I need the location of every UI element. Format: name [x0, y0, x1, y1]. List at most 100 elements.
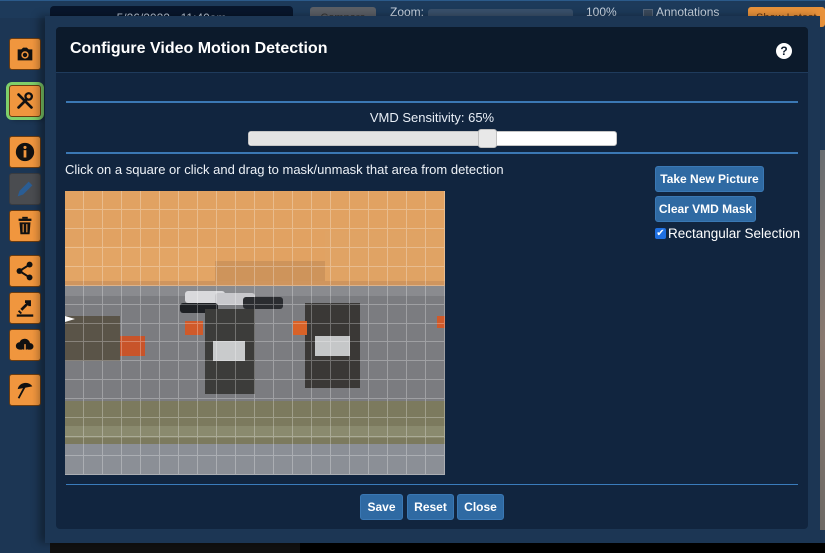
grid-cell[interactable] — [407, 380, 426, 400]
grid-cell[interactable] — [198, 418, 217, 438]
grid-cell[interactable] — [236, 285, 255, 305]
grid-cell[interactable] — [407, 456, 426, 475]
grid-cell[interactable] — [217, 437, 236, 457]
grid-cell[interactable] — [236, 456, 255, 475]
grid-cell[interactable] — [198, 456, 217, 475]
grid-cell[interactable] — [122, 285, 141, 305]
grid-cell-masked[interactable] — [293, 247, 312, 267]
grid-cell[interactable] — [293, 456, 312, 475]
grid-cell[interactable] — [388, 304, 407, 324]
grid-cell-masked[interactable] — [255, 191, 274, 210]
grid-cell[interactable] — [388, 380, 407, 400]
grid-cell[interactable] — [407, 342, 426, 362]
grid-cell-masked[interactable] — [179, 266, 198, 286]
grid-cell[interactable] — [160, 323, 179, 343]
grid-cell[interactable] — [217, 380, 236, 400]
grid-cell-masked[interactable] — [65, 191, 84, 210]
grid-cell[interactable] — [388, 361, 407, 381]
grid-cell[interactable] — [293, 323, 312, 343]
grid-cell[interactable] — [369, 342, 388, 362]
grid-cell[interactable] — [84, 323, 103, 343]
grid-cell[interactable] — [369, 418, 388, 438]
grid-cell[interactable] — [160, 418, 179, 438]
grid-cell-masked[interactable] — [160, 266, 179, 286]
grid-cell-masked[interactable] — [179, 191, 198, 210]
grid-cell[interactable] — [179, 304, 198, 324]
grid-cell[interactable] — [293, 399, 312, 419]
grid-cell[interactable] — [388, 342, 407, 362]
grid-cell[interactable] — [198, 285, 217, 305]
grid-cell-masked[interactable] — [312, 191, 331, 210]
grid-cell[interactable] — [369, 399, 388, 419]
grid-cell[interactable] — [65, 399, 84, 419]
grid-cell[interactable] — [179, 285, 198, 305]
grid-cell[interactable] — [293, 418, 312, 438]
grid-cell[interactable] — [103, 437, 122, 457]
grid-cell[interactable] — [293, 304, 312, 324]
grid-cell[interactable] — [217, 361, 236, 381]
grid-cell[interactable] — [426, 418, 445, 438]
grid-cell-masked[interactable] — [407, 191, 426, 210]
grid-cell[interactable] — [122, 304, 141, 324]
grid-cell[interactable] — [141, 437, 160, 457]
grid-cell-masked[interactable] — [388, 247, 407, 267]
grid-cell[interactable] — [331, 380, 350, 400]
grid-cell[interactable] — [103, 361, 122, 381]
grid-cell-masked[interactable] — [426, 228, 445, 248]
grid-cell-masked[interactable] — [350, 191, 369, 210]
grid-cell-masked[interactable] — [312, 247, 331, 267]
grid-cell[interactable] — [350, 323, 369, 343]
grid-cell-masked[interactable] — [84, 191, 103, 210]
grid-cell[interactable] — [103, 304, 122, 324]
grid-cell[interactable] — [255, 418, 274, 438]
grid-cell-masked[interactable] — [388, 266, 407, 286]
grid-cell[interactable] — [407, 437, 426, 457]
grid-cell[interactable] — [312, 437, 331, 457]
grid-cell[interactable] — [198, 437, 217, 457]
grid-cell[interactable] — [312, 361, 331, 381]
grid-cell-masked[interactable] — [331, 266, 350, 286]
grid-cell[interactable] — [160, 342, 179, 362]
grid-cell-masked[interactable] — [141, 191, 160, 210]
grid-cell[interactable] — [350, 361, 369, 381]
grid-cell[interactable] — [407, 304, 426, 324]
grid-cell[interactable] — [312, 456, 331, 475]
grid-cell[interactable] — [217, 323, 236, 343]
grid-cell[interactable] — [426, 323, 445, 343]
camera-snapshot[interactable] — [65, 191, 445, 475]
grid-cell-masked[interactable] — [274, 266, 293, 286]
grid-cell-masked[interactable] — [407, 247, 426, 267]
grid-cell[interactable] — [65, 380, 84, 400]
grid-cell[interactable] — [312, 323, 331, 343]
grid-cell[interactable] — [350, 418, 369, 438]
grid-cell[interactable] — [407, 361, 426, 381]
grid-cell[interactable] — [65, 456, 84, 475]
grid-cell-masked[interactable] — [198, 247, 217, 267]
grid-cell-masked[interactable] — [236, 247, 255, 267]
grid-cell[interactable] — [255, 456, 274, 475]
grid-cell[interactable] — [103, 285, 122, 305]
grid-cell[interactable] — [426, 285, 445, 305]
grid-cell[interactable] — [369, 304, 388, 324]
grid-cell-masked[interactable] — [350, 209, 369, 229]
grid-cell[interactable] — [179, 437, 198, 457]
grid-cell[interactable] — [236, 323, 255, 343]
grid-cell-masked[interactable] — [103, 247, 122, 267]
grid-cell[interactable] — [369, 380, 388, 400]
grid-cell[interactable] — [236, 361, 255, 381]
grid-cell[interactable] — [331, 418, 350, 438]
grid-cell-masked[interactable] — [312, 266, 331, 286]
grid-cell[interactable] — [388, 418, 407, 438]
grid-cell[interactable] — [407, 418, 426, 438]
grid-cell[interactable] — [369, 285, 388, 305]
mask-grid[interactable] — [65, 191, 445, 475]
grid-cell[interactable] — [217, 399, 236, 419]
grid-cell-masked[interactable] — [255, 266, 274, 286]
sidebar-download-button[interactable] — [9, 329, 41, 361]
grid-cell-masked[interactable] — [407, 266, 426, 286]
grid-cell[interactable] — [217, 456, 236, 475]
grid-cell[interactable] — [293, 285, 312, 305]
grid-cell[interactable] — [122, 342, 141, 362]
grid-cell-masked[interactable] — [236, 266, 255, 286]
grid-cell[interactable] — [198, 399, 217, 419]
